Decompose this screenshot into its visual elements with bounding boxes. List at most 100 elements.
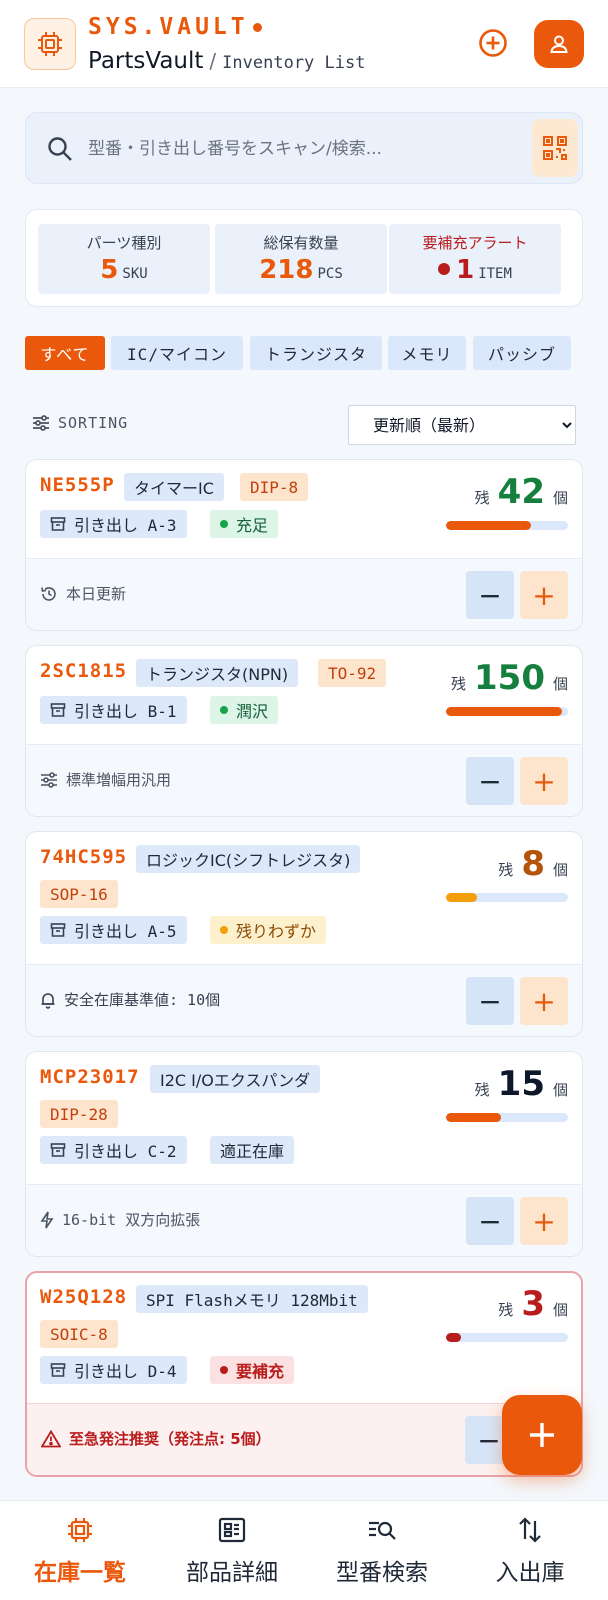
remaining-qty: 残3個	[498, 1284, 568, 1324]
remaining-qty: 残 15 個	[475, 1064, 568, 1104]
qty-unit: 個	[552, 675, 568, 693]
warning-icon	[41, 1429, 61, 1447]
scan-button[interactable]	[532, 119, 578, 177]
add-item-fab[interactable]	[502, 1395, 582, 1475]
stock-level-bar	[446, 893, 568, 902]
remaining-prefix: 残	[474, 1081, 490, 1099]
qty-value: 15	[497, 1064, 545, 1104]
archive-box-icon	[50, 1143, 66, 1157]
summary-stats: パーツ種別 5 SKU 総保有数量 218 PCS 要補充アラート 1 ITEM	[25, 209, 583, 307]
remaining-prefix: 残	[474, 489, 490, 507]
card-note: 本日更新	[40, 583, 126, 604]
package-tag: TO-92	[318, 659, 387, 687]
nav-item-inventory[interactable]: 在庫一覧	[4, 1515, 156, 1587]
stock-level-fill	[446, 1333, 461, 1342]
increment-button[interactable]: +	[520, 571, 568, 619]
bottom-nav: 在庫一覧 部品詳細 型番検索 入出庫	[0, 1500, 608, 1600]
decrement-button[interactable]: −	[466, 977, 514, 1025]
remaining-prefix: 残	[450, 675, 466, 693]
plus-icon	[530, 1423, 554, 1447]
page-subtitle: Inventory List	[222, 53, 366, 73]
increment-button[interactable]: +	[520, 757, 568, 805]
part-card-critical[interactable]: W25Q128 SPI Flashメモリ 128Mbit SOIC-8 引き出し…	[25, 1271, 583, 1477]
stock-level-fill	[446, 1113, 501, 1122]
stat-restock-alerts: 要補充アラート 1 ITEM	[389, 224, 561, 294]
part-number: W25Q128	[40, 1286, 128, 1308]
sorting-label: SORTING	[32, 414, 128, 432]
remaining-qty: 残 42 個	[475, 472, 568, 512]
decrement-button[interactable]: −	[466, 1197, 514, 1245]
add-part-button[interactable]	[476, 26, 510, 60]
stock-level-bar	[446, 707, 568, 716]
package-tag: DIP-8	[240, 473, 309, 501]
card-note: 16-bit 双方向拡張	[40, 1209, 200, 1230]
nav-item-search[interactable]: 型番検索	[306, 1515, 458, 1587]
qr-code-icon	[543, 136, 567, 160]
part-number: MCP23017	[40, 1066, 140, 1088]
category-tag: トランジスタ(NPN)	[136, 659, 299, 687]
qty-value: 3	[521, 1284, 545, 1324]
decrement-button[interactable]: −	[466, 571, 514, 619]
increment-button[interactable]: +	[520, 977, 568, 1025]
stat-value: 5	[100, 255, 119, 285]
card-footer: 本日更新 − +	[26, 558, 582, 630]
qty-unit: 個	[552, 1081, 568, 1099]
filter-chip-memory[interactable]: メモリ	[388, 336, 466, 370]
card-note: 標準増幅用汎用	[40, 769, 171, 790]
page-title: PartsVault / Inventory List	[88, 48, 365, 74]
filter-chip-ic[interactable]: IC/マイコン	[111, 336, 243, 370]
stat-label: パーツ種別	[86, 234, 162, 252]
stat-total-qty: 総保有数量 218 PCS	[215, 224, 387, 294]
chip-logo-icon	[24, 18, 76, 70]
qty-unit: 個	[552, 861, 568, 879]
increment-button[interactable]: +	[520, 1197, 568, 1245]
filter-chip-transistor[interactable]: トランジスタ	[250, 336, 382, 370]
drawer-label: 引き出し A-3	[74, 516, 177, 535]
archive-box-icon	[50, 703, 66, 717]
drawer-label: 引き出し B-1	[74, 702, 177, 721]
part-number: 74HC595	[40, 846, 128, 868]
status-badge: 適正在庫	[210, 1136, 295, 1164]
stat-part-types: パーツ種別 5 SKU	[38, 224, 210, 294]
profile-button[interactable]	[534, 20, 584, 68]
part-card[interactable]: MCP23017 I2C I/Oエクスパンダ DIP-28 引き出し C-2 適…	[25, 1051, 583, 1257]
nav-item-stock-io[interactable]: 入出庫	[454, 1515, 606, 1587]
remaining-qty: 残 150 個	[451, 658, 568, 698]
part-card[interactable]: NE555P タイマーIC DIP-8 引き出し A-3 充足 残 42 個 本日更…	[25, 459, 583, 631]
part-card[interactable]: 74HC595 ロジックIC(シフトレジスタ) SOP-16 引き出し A-5 …	[25, 831, 583, 1037]
archive-box-icon	[50, 1363, 66, 1377]
qty-value: 150	[474, 658, 545, 698]
drawer-tag: 引き出し D-4	[40, 1356, 187, 1384]
search-input[interactable]	[88, 131, 538, 167]
drawer-tag: 引き出し A-3	[40, 510, 187, 538]
stat-label: 総保有数量	[263, 234, 339, 252]
stock-level-bar	[446, 1113, 568, 1122]
plus-circle-icon	[479, 29, 507, 57]
package-tag: SOP-16	[40, 880, 118, 908]
drawer-label: 引き出し D-4	[74, 1362, 177, 1381]
status-badge: 要補充	[210, 1356, 295, 1384]
nav-label: 部品詳細	[186, 1560, 278, 1586]
brand-label: SYS.VAULT	[88, 14, 262, 40]
note-text: 至急発注推奨（発注点: 5個）	[69, 1430, 271, 1448]
chip-icon	[68, 1518, 92, 1542]
status-badge: 充足	[210, 510, 279, 538]
stat-unit: SKU	[122, 266, 148, 282]
category-tag: I2C I/Oエクスパンダ	[150, 1065, 321, 1093]
part-card[interactable]: 2SC1815 トランジスタ(NPN) TO-92 引き出し B-1 潤沢 残1…	[25, 645, 583, 817]
nav-item-part-details[interactable]: 部品詳細	[156, 1515, 308, 1587]
card-footer: 至急発注推奨（発注点: 5個） −	[27, 1403, 581, 1475]
filter-chip-passive[interactable]: パッシブ	[473, 336, 571, 370]
grid-detail-icon	[218, 1517, 246, 1543]
decrement-button[interactable]: −	[466, 757, 514, 805]
note-text: 本日更新	[66, 585, 127, 603]
sort-select[interactable]: 更新順（最新）	[348, 405, 576, 445]
remaining-qty: 残8個	[498, 844, 568, 884]
sliders-icon	[41, 771, 57, 788]
part-number: NE555P	[40, 474, 115, 496]
filter-chip-all[interactable]: すべて	[25, 336, 105, 370]
alert-dot	[438, 263, 451, 275]
archive-box-icon	[50, 517, 66, 531]
card-footer: 16-bit 双方向拡張 − +	[26, 1184, 582, 1256]
note-text: 安全在庫基準値: 10個	[64, 991, 221, 1009]
